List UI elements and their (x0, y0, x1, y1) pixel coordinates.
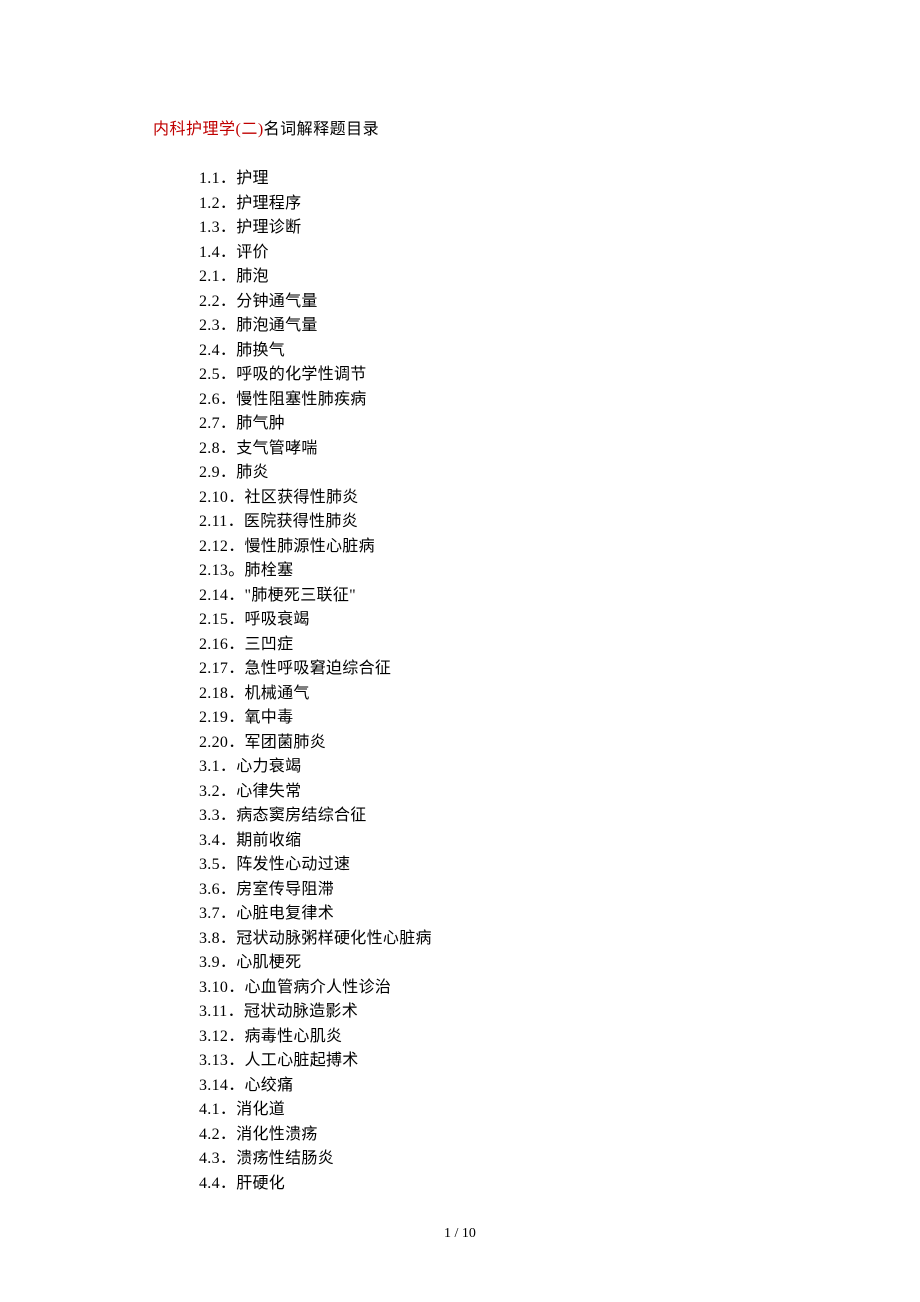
toc-item: 3.9．心肌梗死 (199, 951, 920, 976)
toc-item: 2.14．"肺梗死三联征" (199, 584, 920, 609)
toc-item: 2.19．氧中毒 (199, 706, 920, 731)
toc-item: 1.4．评价 (199, 241, 920, 266)
toc-item: 2.6．慢性阻塞性肺疾病 (199, 388, 920, 413)
toc-item: 3.6．房室传导阻滞 (199, 878, 920, 903)
toc-item: 2.9．肺炎 (199, 461, 920, 486)
toc-item: 2.1．肺泡 (199, 265, 920, 290)
toc-item: 2.7．肺气肿 (199, 412, 920, 437)
toc-item: 3.2．心律失常 (199, 780, 920, 805)
toc-item: 3.1．心力衰竭 (199, 755, 920, 780)
toc-item: 4.2．消化性溃疡 (199, 1123, 920, 1148)
toc-item: 2.16．三凹症 (199, 633, 920, 658)
toc-item: 3.13．人工心脏起搏术 (199, 1049, 920, 1074)
toc-item: 3.12．病毒性心肌炎 (199, 1025, 920, 1050)
toc-item: 3.10．心血管病介人性诊治 (199, 976, 920, 1001)
toc-item: 2.13。肺栓塞 (199, 559, 920, 584)
toc-item: 4.3．溃疡性结肠炎 (199, 1147, 920, 1172)
toc-item: 2.11．医院获得性肺炎 (199, 510, 920, 535)
toc-item: 2.4．肺换气 (199, 339, 920, 364)
page-title: 内科护理学(二)名词解释题目录 (153, 115, 920, 139)
toc-item: 2.20．军团菌肺炎 (199, 731, 920, 756)
toc-item: 4.4．肝硬化 (199, 1172, 920, 1197)
title-highlighted: 内科护理学(二) (153, 121, 264, 138)
toc-item: 1.3．护理诊断 (199, 216, 920, 241)
toc-item: 2.5．呼吸的化学性调节 (199, 363, 920, 388)
toc-item: 3.7．心脏电复律术 (199, 902, 920, 927)
toc-item: 2.10．社区获得性肺炎 (199, 486, 920, 511)
toc-item: 1.2．护理程序 (199, 192, 920, 217)
toc-list: 1.1．护理1.2．护理程序1.3．护理诊断1.4．评价2.1．肺泡2.2．分钟… (153, 167, 920, 1196)
toc-item: 2.17．急性呼吸窘迫综合征 (199, 657, 920, 682)
toc-item: 2.12．慢性肺源性心脏病 (199, 535, 920, 560)
toc-item: 3.11．冠状动脉造影术 (199, 1000, 920, 1025)
document-page: 内科护理学(二)名词解释题目录 1.1．护理1.2．护理程序1.3．护理诊断1.… (0, 0, 920, 1196)
toc-item: 3.4．期前收缩 (199, 829, 920, 854)
toc-item: 2.8．支气管哮喘 (199, 437, 920, 462)
toc-item: 3.8．冠状动脉粥样硬化性心脏病 (199, 927, 920, 952)
toc-item: 3.3．病态窦房结综合征 (199, 804, 920, 829)
toc-item: 2.18．机械通气 (199, 682, 920, 707)
toc-item: 2.2．分钟通气量 (199, 290, 920, 315)
toc-item: 2.15．呼吸衰竭 (199, 608, 920, 633)
toc-item: 4.1．消化道 (199, 1098, 920, 1123)
toc-item: 3.5．阵发性心动过速 (199, 853, 920, 878)
toc-item: 1.1．护理 (199, 167, 920, 192)
title-rest: 名词解释题目录 (264, 121, 380, 138)
toc-item: 2.3．肺泡通气量 (199, 314, 920, 339)
toc-item: 3.14．心绞痛 (199, 1074, 920, 1099)
page-footer: 1 / 10 (0, 1226, 920, 1242)
